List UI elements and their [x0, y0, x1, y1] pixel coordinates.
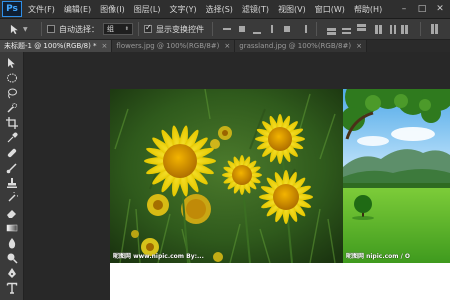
move-tool[interactable]: [4, 56, 20, 70]
gradient-tool[interactable]: [4, 221, 20, 235]
tab-untitled[interactable]: 未标题-1 @ 100%(RGB/8) * ×: [0, 40, 113, 52]
auto-select-value: 组: [107, 25, 114, 33]
pen-tool[interactable]: [4, 266, 20, 280]
gradient-icon: [6, 224, 18, 232]
document-workspace[interactable]: 昵图网 www.nipic.com By:... 昵图网 nipic.com /…: [25, 52, 450, 300]
distribute-vcenter-icon[interactable]: [340, 23, 352, 35]
eraser-tool[interactable]: [4, 206, 20, 220]
close-button[interactable]: ✕: [434, 3, 446, 15]
divider: [212, 22, 213, 36]
menu-layer[interactable]: 图层(L): [134, 4, 161, 15]
crop-tool[interactable]: [4, 116, 20, 130]
menu-help[interactable]: 帮助(H): [354, 4, 382, 15]
menu-type[interactable]: 文字(Y): [169, 4, 196, 15]
history-brush-tool[interactable]: [4, 191, 20, 205]
close-icon[interactable]: ×: [102, 42, 108, 50]
auto-align-icon[interactable]: [426, 23, 438, 35]
align-top-icon[interactable]: [221, 23, 233, 35]
menu-image[interactable]: 图像(I): [100, 4, 125, 15]
type-icon: [6, 282, 18, 294]
distribute-buttons: [325, 23, 415, 35]
eraser-icon: [7, 210, 16, 218]
minimize-button[interactable]: –: [398, 3, 410, 15]
menu-filter[interactable]: 滤镜(T): [242, 4, 269, 15]
distribute-hcenter-icon[interactable]: [385, 23, 397, 35]
grassland-photo[interactable]: 昵图网 nipic.com / O: [343, 89, 450, 263]
quick-select-icon: [7, 103, 17, 113]
quick-select-tool[interactable]: [4, 101, 20, 115]
menu-view[interactable]: 视图(V): [278, 4, 306, 15]
blur-tool[interactable]: [4, 236, 20, 250]
crop-icon: [6, 117, 18, 129]
dodge-icon: [7, 253, 18, 264]
tab-label: 未标题-1 @ 100%(RGB/8) *: [4, 42, 97, 50]
tab-grassland[interactable]: grassland.jpg @ 100%(RGB/8#) ×: [235, 40, 367, 52]
move-icon: [10, 24, 18, 34]
eyedropper-icon: [7, 132, 18, 143]
lasso-icon: [8, 88, 17, 99]
brush-tool[interactable]: [4, 161, 20, 175]
tab-label: flowers.jpg @ 100%(RGB/8#): [116, 42, 220, 50]
auto-select-label: 自动选择：: [59, 24, 99, 34]
stamp-icon: [7, 178, 17, 188]
tab-flowers[interactable]: flowers.jpg @ 100%(RGB/8#) ×: [112, 40, 236, 52]
bandage-icon: [7, 148, 17, 158]
flowers-photo[interactable]: 昵图网 www.nipic.com By:...: [110, 89, 343, 263]
brush-icon: [6, 163, 17, 174]
align-right-icon[interactable]: [296, 23, 308, 35]
menu-edit[interactable]: 编辑(E): [64, 4, 91, 15]
flowers-image: [110, 89, 343, 263]
close-icon[interactable]: ×: [356, 42, 362, 50]
options-bar: ▼ 自动选择： 组 ⬍ 显示变换控件: [0, 19, 450, 40]
distribute-top-icon[interactable]: [325, 23, 337, 35]
align-buttons: [221, 23, 311, 35]
show-transform-checkbox[interactable]: [144, 23, 152, 33]
pen-icon: [8, 268, 16, 278]
close-icon[interactable]: ×: [224, 42, 230, 50]
healing-brush-tool[interactable]: [4, 146, 20, 160]
type-tool[interactable]: [4, 281, 20, 295]
align-bottom-icon[interactable]: [251, 23, 263, 35]
divider: [316, 22, 317, 36]
marquee-icon: [7, 73, 17, 83]
photoshop-logo: Ps: [2, 1, 22, 17]
show-transform-label: 显示变换控件: [156, 24, 204, 34]
lasso-tool[interactable]: [4, 86, 20, 100]
flowers-watermark: 昵图网 www.nipic.com By:...: [113, 253, 204, 260]
align-left-icon[interactable]: [266, 23, 278, 35]
updown-icon: ⬍: [124, 26, 129, 32]
divider: [138, 22, 139, 36]
tab-label: grassland.jpg @ 100%(RGB/8#): [239, 42, 352, 50]
distribute-left-icon[interactable]: [370, 23, 382, 35]
document-tabs: 未标题-1 @ 100%(RGB/8) * × flowers.jpg @ 10…: [0, 40, 450, 52]
menu-file[interactable]: 文件(F): [28, 4, 55, 15]
dodge-tool[interactable]: [4, 251, 20, 265]
eyedropper-tool[interactable]: [4, 131, 20, 145]
auto-select-dropdown[interactable]: 组 ⬍: [103, 23, 133, 35]
move-icon: [8, 58, 15, 68]
tools-panel: [0, 52, 24, 300]
divider: [420, 22, 421, 36]
align-vcenter-icon[interactable]: [236, 23, 248, 35]
tool-preset-picker[interactable]: ▼: [10, 24, 36, 35]
distribute-bottom-icon[interactable]: [355, 23, 367, 35]
align-hcenter-icon[interactable]: [281, 23, 293, 35]
clone-stamp-tool[interactable]: [4, 176, 20, 190]
auto-select-checkbox[interactable]: [47, 25, 55, 33]
distribute-right-icon[interactable]: [400, 23, 412, 35]
grassland-image: [343, 89, 450, 263]
chevron-down-icon: ▼: [23, 25, 28, 33]
marquee-tool[interactable]: [4, 71, 20, 85]
menu-window[interactable]: 窗口(W): [315, 4, 345, 15]
menu-bar: Ps 文件(F) 编辑(E) 图像(I) 图层(L) 文字(Y) 选择(S) 滤…: [0, 0, 450, 19]
grassland-watermark: 昵图网 nipic.com / O: [346, 253, 411, 260]
history-brush-icon: [8, 192, 18, 202]
menu-select[interactable]: 选择(S): [206, 4, 233, 15]
divider: [41, 22, 42, 36]
maximize-button[interactable]: □: [416, 3, 428, 15]
droplet-icon: [8, 238, 16, 249]
